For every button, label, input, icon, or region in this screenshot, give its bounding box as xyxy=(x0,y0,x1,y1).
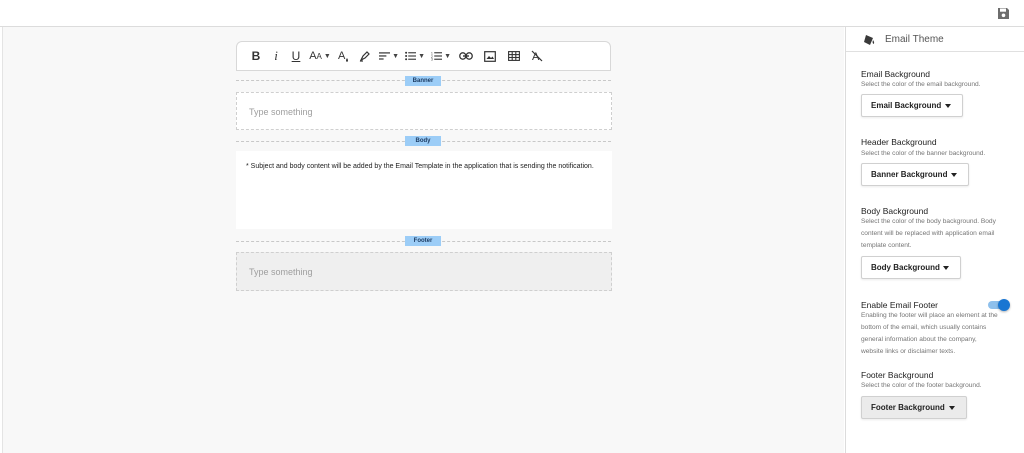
banner-placeholder: Type something xyxy=(249,107,313,117)
banner-tag: Banner xyxy=(405,76,441,86)
body-background-button[interactable]: Body Background xyxy=(861,256,961,279)
image-icon[interactable] xyxy=(481,41,499,71)
enable-footer-desc-line: bottom of the email, which usually conta… xyxy=(861,324,987,331)
bullet-list-icon[interactable]: ▼ xyxy=(405,41,425,71)
font-color-icon[interactable]: A xyxy=(337,41,351,71)
body-tag: Body xyxy=(405,136,441,146)
enable-footer-title: Enable Email Footer xyxy=(861,300,939,310)
panel-title: Email Theme xyxy=(885,34,944,45)
align-icon[interactable]: ▼ xyxy=(379,41,399,71)
footer-background-button[interactable]: Footer Background xyxy=(861,396,967,419)
enable-footer-desc-line: Enabling the footer will place an elemen… xyxy=(861,312,998,319)
chevron-down-icon xyxy=(949,406,955,410)
body-background-desc: Select the color of the body background.… xyxy=(861,216,1013,252)
body-background-desc-line: content will be replaced with applicatio… xyxy=(861,230,995,237)
body-background-title: Body Background xyxy=(861,206,929,216)
svg-text:3: 3 xyxy=(431,58,433,61)
footer-background-title: Footer Background xyxy=(861,370,934,380)
body-note: * Subject and body content will be added… xyxy=(246,163,594,170)
body-section[interactable]: * Subject and body content will be added… xyxy=(236,151,612,229)
banner-background-button[interactable]: Banner Background xyxy=(861,163,969,186)
italic-icon[interactable]: i xyxy=(269,41,283,71)
footer-placeholder: Type something xyxy=(249,267,313,277)
svg-text:A: A xyxy=(338,50,346,62)
chevron-down-icon xyxy=(943,266,949,270)
body-background-desc-line: template content. xyxy=(861,242,912,249)
banner-background-button-label: Banner Background xyxy=(871,170,948,179)
footer-background-button-label: Footer Background xyxy=(871,403,945,412)
body-background-button-label: Body Background xyxy=(871,263,940,272)
theme-panel: Email Theme Email Background Select the … xyxy=(845,27,1024,453)
enable-footer-desc-line: website links or disclaimer texts. xyxy=(861,348,956,355)
font-size-icon[interactable]: A A ▼ xyxy=(309,41,331,71)
header-background-desc: Select the color of the banner backgroun… xyxy=(861,150,986,157)
banner-section[interactable]: Type something xyxy=(236,92,612,130)
body-background-desc-line: Select the color of the body background.… xyxy=(861,218,996,225)
enable-footer-desc-line: general information about the company, xyxy=(861,336,977,343)
top-bar xyxy=(0,0,1024,27)
bold-icon[interactable]: B xyxy=(249,41,263,71)
chevron-down-icon xyxy=(945,104,951,108)
chevron-down-icon xyxy=(951,173,957,177)
email-background-button[interactable]: Email Background xyxy=(861,94,963,117)
panel-header: Email Theme xyxy=(846,27,1024,52)
email-background-button-label: Email Background xyxy=(871,101,942,110)
formatting-toolbar: B i U A A ▼ A ▼ ▼ 1 2 3 ▼ A xyxy=(236,41,611,71)
highlighter-icon[interactable] xyxy=(357,41,373,71)
save-icon[interactable] xyxy=(997,7,1010,20)
email-background-desc: Select the color of the email background… xyxy=(861,81,981,88)
underline-icon[interactable]: U xyxy=(289,41,303,71)
table-icon[interactable] xyxy=(505,41,523,71)
clear-format-icon[interactable]: A xyxy=(529,41,545,71)
numbered-list-icon[interactable]: 1 2 3 ▼ xyxy=(431,41,451,71)
footer-tag: Footer xyxy=(405,236,441,246)
email-background-title: Email Background xyxy=(861,69,930,79)
header-background-title: Header Background xyxy=(861,137,937,147)
enable-footer-desc: Enabling the footer will place an elemen… xyxy=(861,310,1013,358)
footer-section[interactable]: Type something xyxy=(236,252,612,291)
link-icon[interactable] xyxy=(457,41,475,71)
footer-background-desc: Select the color of the footer backgroun… xyxy=(861,382,982,389)
paint-bucket-icon xyxy=(863,33,875,51)
